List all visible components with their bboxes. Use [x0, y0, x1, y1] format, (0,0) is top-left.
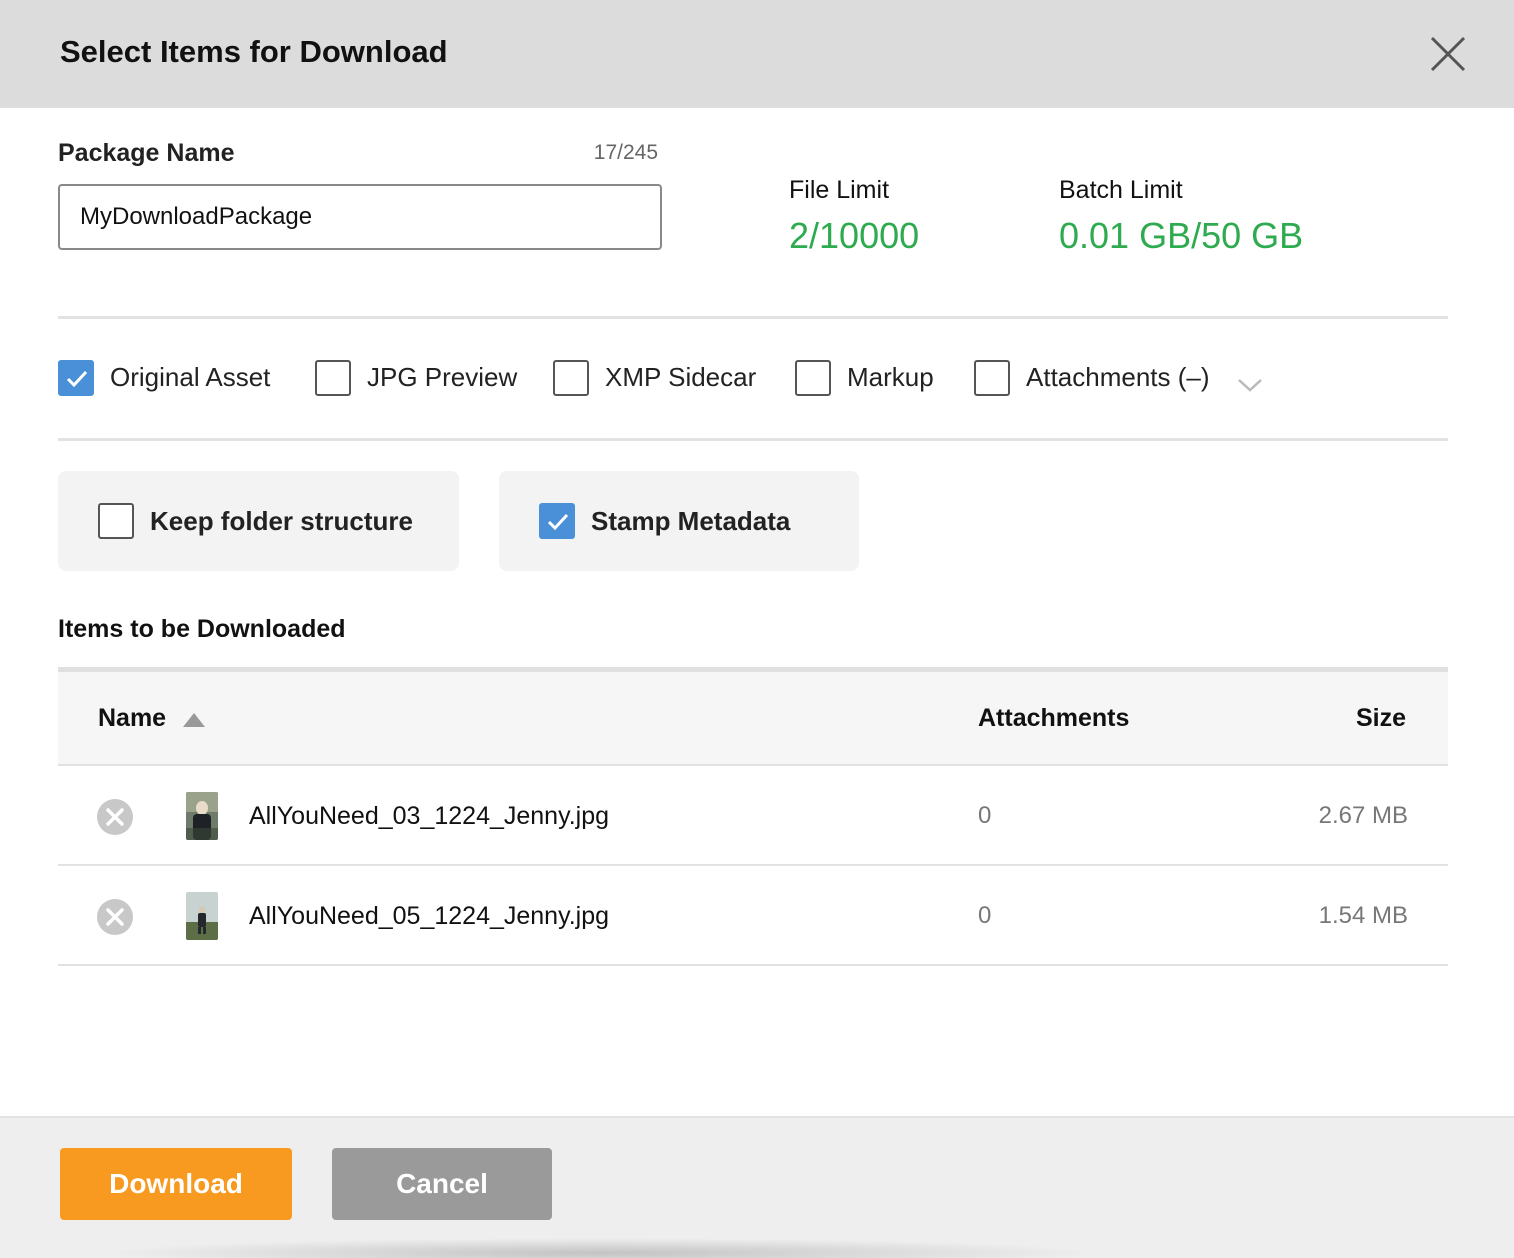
- stamp-metadata-label[interactable]: Stamp Metadata: [591, 506, 790, 537]
- divider: [58, 316, 1448, 319]
- original-asset-label[interactable]: Original Asset: [110, 362, 270, 393]
- original-asset-checkbox[interactable]: [58, 360, 94, 396]
- file-size: 1.54 MB: [1318, 902, 1408, 929]
- file-attachments-count: 0: [978, 802, 992, 829]
- column-header-name[interactable]: Name: [98, 704, 166, 733]
- package-name-input[interactable]: [58, 184, 662, 250]
- dialog-title: Select Items for Download: [60, 34, 448, 69]
- batch-limit-label: Batch Limit: [1059, 176, 1183, 204]
- xmp-sidecar-label[interactable]: XMP Sidecar: [605, 362, 756, 393]
- divider: [58, 438, 1448, 441]
- markup-checkbox[interactable]: [795, 360, 831, 396]
- chevron-down-icon: [1238, 379, 1262, 392]
- keep-folder-structure-checkbox[interactable]: [98, 503, 134, 539]
- remove-circle-icon: [97, 799, 133, 835]
- items-section-title: Items to be Downloaded: [58, 615, 346, 643]
- sort-ascending-icon[interactable]: [182, 712, 206, 728]
- table-header: Name Attachments Size: [58, 672, 1448, 766]
- file-limit: File Limit 2/10000: [789, 176, 919, 257]
- package-name-label: Package Name: [58, 139, 235, 167]
- remove-item-button[interactable]: [96, 898, 134, 936]
- attachments-label[interactable]: Attachments (–): [1026, 362, 1210, 393]
- remove-item-button[interactable]: [96, 798, 134, 836]
- attachments-dropdown-toggle[interactable]: [1235, 372, 1265, 396]
- file-name: AllYouNeed_03_1224_Jenny.jpg: [249, 802, 610, 830]
- close-icon: [1430, 36, 1466, 72]
- footer-shadow: [100, 1238, 1100, 1258]
- file-attachments-count: 0: [978, 902, 992, 929]
- xmp-sidecar-checkbox[interactable]: [553, 360, 589, 396]
- jpg-preview-label[interactable]: JPG Preview: [367, 362, 517, 393]
- file-size: 2.67 MB: [1318, 802, 1408, 829]
- close-button[interactable]: [1426, 32, 1470, 76]
- keep-folder-structure-card[interactable]: Keep folder structure: [58, 471, 459, 571]
- stamp-metadata-checkbox[interactable]: [539, 503, 575, 539]
- file-limit-label: File Limit: [789, 176, 890, 204]
- table-row: AllYouNeed_05_1224_Jenny.jpg 0 1.54 MB: [58, 866, 1448, 966]
- keep-folder-structure-label[interactable]: Keep folder structure: [150, 506, 413, 537]
- batch-limit: Batch Limit 0.01 GB/50 GB: [1059, 176, 1303, 257]
- file-thumbnail: [186, 892, 218, 940]
- markup-label[interactable]: Markup: [847, 362, 934, 393]
- batch-limit-value: 0.01 GB/50 GB: [1059, 215, 1304, 256]
- file-thumbnail: [186, 792, 218, 840]
- stamp-metadata-card[interactable]: Stamp Metadata: [499, 471, 859, 571]
- column-header-size[interactable]: Size: [1356, 704, 1406, 733]
- jpg-preview-checkbox[interactable]: [315, 360, 351, 396]
- attachments-checkbox[interactable]: [974, 360, 1010, 396]
- check-icon: [66, 370, 88, 388]
- package-name-char-count: 17/245: [593, 141, 658, 164]
- cancel-button[interactable]: Cancel: [332, 1148, 552, 1220]
- dialog-header: Select Items for Download: [0, 0, 1514, 108]
- file-limit-value: 2/10000: [789, 215, 920, 256]
- table-row: AllYouNeed_03_1224_Jenny.jpg 0 2.67 MB: [58, 766, 1448, 866]
- download-button[interactable]: Download: [60, 1148, 292, 1220]
- remove-circle-icon: [97, 899, 133, 935]
- file-name: AllYouNeed_05_1224_Jenny.jpg: [249, 902, 610, 930]
- column-header-attachments[interactable]: Attachments: [978, 704, 1129, 733]
- check-icon: [547, 513, 569, 531]
